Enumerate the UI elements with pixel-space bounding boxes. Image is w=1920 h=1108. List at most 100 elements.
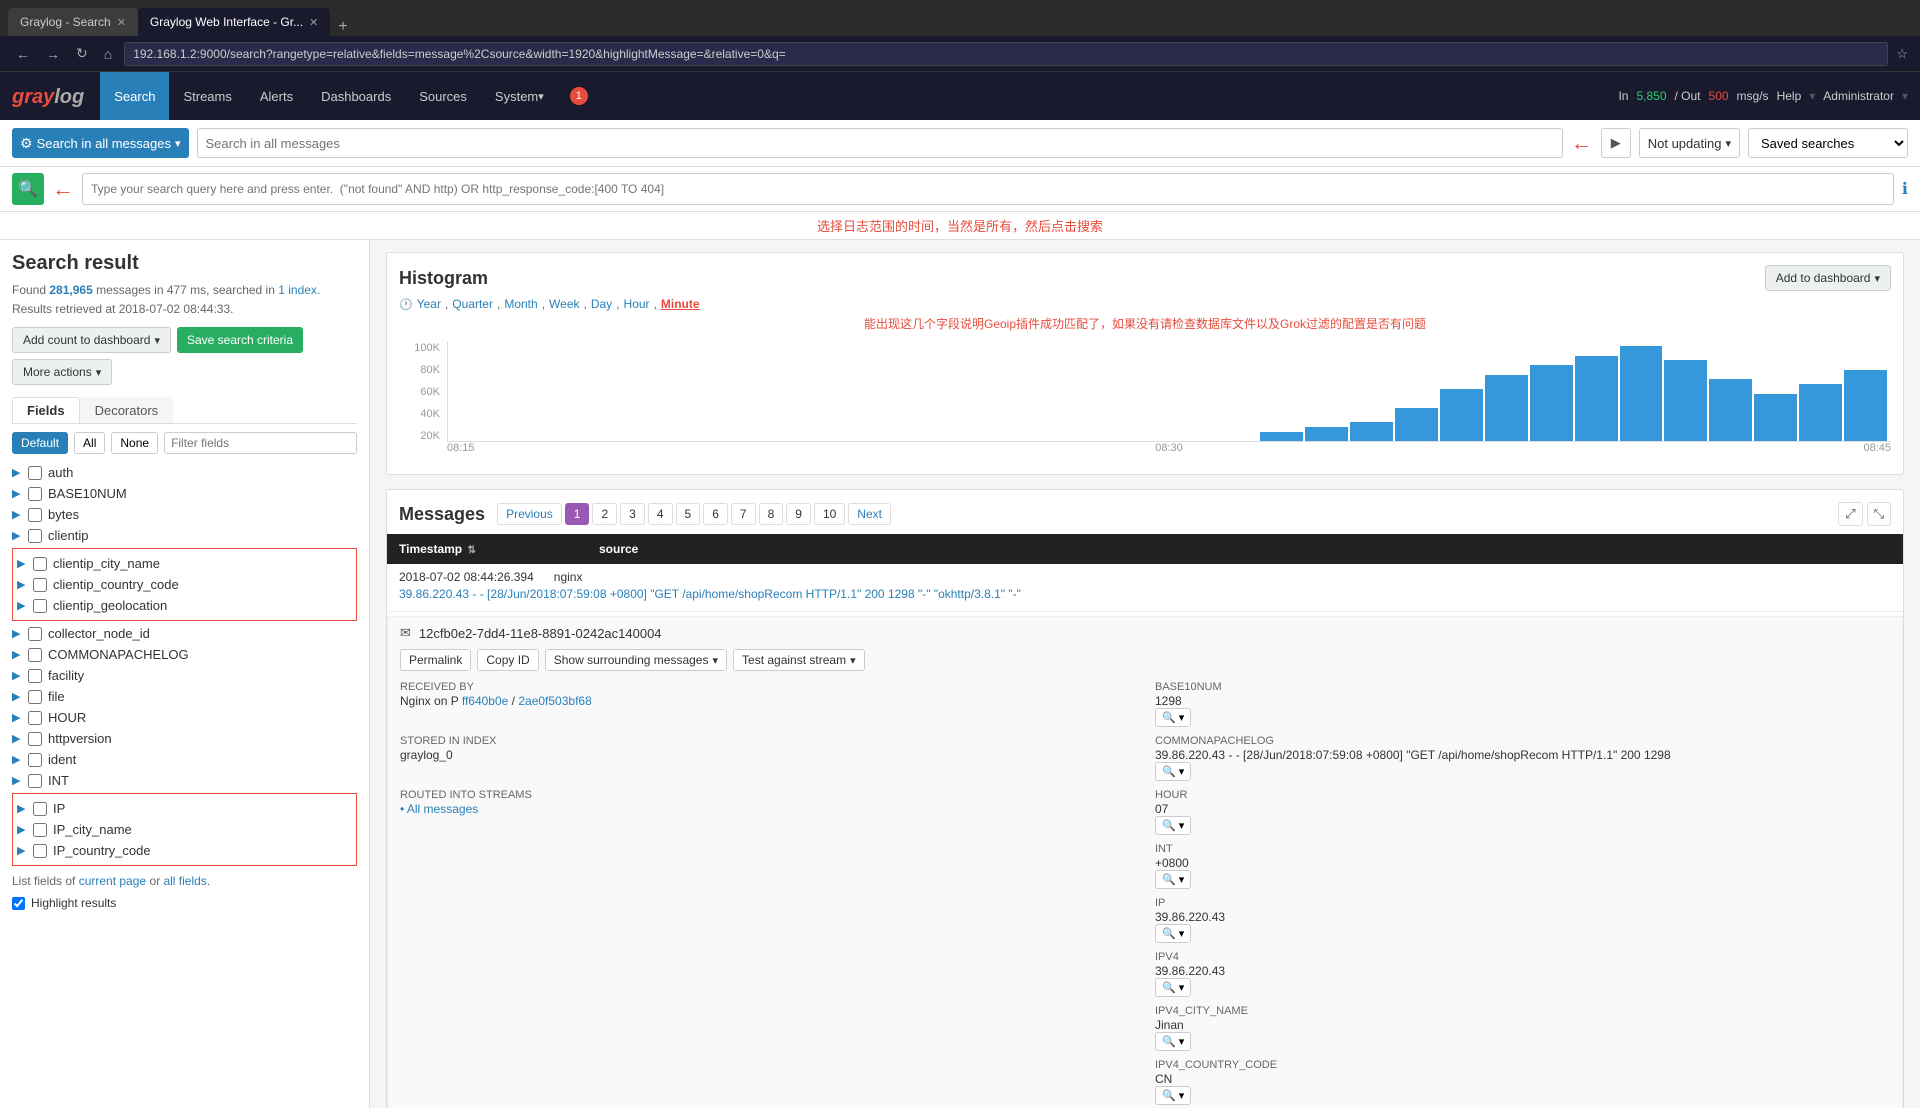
field-expand-icon[interactable]: ▶ [17,844,27,857]
page-5-btn[interactable]: 5 [676,503,701,525]
page-9-btn[interactable]: 9 [786,503,811,525]
received-link2[interactable]: 2ae0f503bf68 [518,694,591,708]
field-expand-icon[interactable]: ▶ [17,599,27,612]
field-expand-icon[interactable]: ▶ [12,753,22,766]
current-page-link[interactable]: current page [79,874,146,888]
field-expand-icon[interactable]: ▶ [12,466,22,479]
page-4-btn[interactable]: 4 [648,503,673,525]
forward-btn[interactable]: → [42,44,64,64]
home-btn[interactable]: ⌂ [100,44,116,64]
field-base10num[interactable]: ▶ BASE10NUM [12,483,357,504]
all-messages-link[interactable]: All messages [407,802,478,816]
field-expand-icon[interactable]: ▶ [12,732,22,745]
field-httpversion-checkbox[interactable] [28,732,42,746]
nav-system[interactable]: System ▾ [481,72,558,120]
not-updating-select[interactable]: Not updating ▾ [1639,128,1740,158]
filter-none-btn[interactable]: None [111,432,158,454]
all-fields-link[interactable]: all fields [163,874,206,888]
field-ip[interactable]: ▶ IP [17,798,352,819]
bookmark-icon[interactable]: ☆ [1896,46,1908,62]
field-expand-icon[interactable]: ▶ [12,529,22,542]
page-6-btn[interactable]: 6 [703,503,728,525]
add-to-dashboard-btn[interactable]: Add to dashboard ▾ [1765,265,1891,291]
nav-alerts[interactable]: Alerts [246,72,307,120]
page-3-btn[interactable]: 3 [620,503,645,525]
field-auth[interactable]: ▶ auth [12,462,357,483]
expand-btn-2[interactable]: ⤡ [1867,502,1891,526]
time-week[interactable]: Week [549,297,579,311]
field-expand-icon[interactable]: ▶ [12,648,22,661]
field-clientip[interactable]: ▶ clientip [12,525,357,546]
field-ip-city-checkbox[interactable] [33,823,47,837]
ipv4-zoom[interactable]: 🔍 ▾ [1155,978,1191,997]
field-expand-icon[interactable]: ▶ [12,690,22,703]
field-file-checkbox[interactable] [28,690,42,704]
field-expand-icon[interactable]: ▶ [12,711,22,724]
field-clientip-geo-checkbox[interactable] [33,599,47,613]
field-clientip-country[interactable]: ▶ clientip_country_code [17,574,352,595]
time-quarter[interactable]: Quarter [452,297,493,311]
commonapachelog-zoom[interactable]: 🔍 ▾ [1155,762,1191,781]
user-link[interactable]: Administrator [1823,89,1894,103]
time-day[interactable]: Day [591,297,612,311]
add-count-dashboard-btn[interactable]: Add count to dashboard ▾ [12,327,171,353]
field-int-checkbox[interactable] [28,774,42,788]
permalink-btn[interactable]: Permalink [400,649,471,671]
field-commonapachelog[interactable]: ▶ COMMONAPACHELOG [12,644,357,665]
field-bytes[interactable]: ▶ bytes [12,504,357,525]
field-expand-icon[interactable]: ▶ [17,802,27,815]
field-ip-city[interactable]: ▶ IP_city_name [17,819,352,840]
field-expand-icon[interactable]: ▶ [17,823,27,836]
ip-zoom[interactable]: 🔍 ▾ [1155,924,1191,943]
field-clientip-city-checkbox[interactable] [33,557,47,571]
field-ip-country[interactable]: ▶ IP_country_code [17,840,352,861]
filter-all-btn[interactable]: All [74,432,105,454]
search-query-input[interactable] [82,173,1894,205]
help-link[interactable]: Help [1777,89,1802,103]
browser-tab-2[interactable]: Graylog Web Interface - Gr... ✕ [138,8,330,36]
tab1-close[interactable]: ✕ [117,16,126,29]
copy-id-btn[interactable]: Copy ID [477,649,538,671]
next-page-btn[interactable]: Next [848,503,891,525]
tab2-close[interactable]: ✕ [309,16,318,29]
field-hour-checkbox[interactable] [28,711,42,725]
nav-streams[interactable]: Streams [169,72,245,120]
page-8-btn[interactable]: 8 [759,503,784,525]
int-zoom[interactable]: 🔍 ▾ [1155,870,1191,889]
base10num-zoom[interactable]: 🔍 ▾ [1155,708,1191,727]
field-expand-icon[interactable]: ▶ [12,508,22,521]
field-clientip-checkbox[interactable] [28,529,42,543]
field-bytes-checkbox[interactable] [28,508,42,522]
highlight-results-checkbox[interactable] [12,897,25,910]
ipv4-city-zoom[interactable]: 🔍 ▾ [1155,1032,1191,1051]
time-minute[interactable]: Minute [661,297,700,311]
reload-btn[interactable]: ↻ [72,43,92,64]
field-expand-icon[interactable]: ▶ [12,669,22,682]
field-collector-checkbox[interactable] [28,627,42,641]
nav-sources[interactable]: Sources [405,72,481,120]
field-hour[interactable]: ▶ HOUR [12,707,357,728]
filter-default-btn[interactable]: Default [12,432,68,454]
search-go-button[interactable]: 🔍 [12,173,44,205]
field-base10num-checkbox[interactable] [28,487,42,501]
field-facility[interactable]: ▶ facility [12,665,357,686]
tab-decorators[interactable]: Decorators [80,397,174,423]
prev-page-btn[interactable]: Previous [497,503,562,525]
result-index-link[interactable]: 1 index [278,283,317,297]
received-link1[interactable]: ff640b0e [462,694,509,708]
stream-select[interactable]: ⚙ Search in all messages ▾ [12,128,189,158]
field-facility-checkbox[interactable] [28,669,42,683]
field-collector-node[interactable]: ▶ collector_node_id [12,623,357,644]
msg-content[interactable]: 39.86.220.43 - - [28/Jun/2018:07:59:08 +… [399,587,1891,601]
field-clientip-city[interactable]: ▶ clientip_city_name [17,553,352,574]
field-ident[interactable]: ▶ ident [12,749,357,770]
expand-btn-1[interactable]: ⤢ [1838,502,1862,526]
field-auth-checkbox[interactable] [28,466,42,480]
field-expand-icon[interactable]: ▶ [12,487,22,500]
play-button[interactable]: ▶ [1601,128,1631,158]
field-file[interactable]: ▶ file [12,686,357,707]
field-ip-checkbox[interactable] [33,802,47,816]
field-ip-country-checkbox[interactable] [33,844,47,858]
save-search-criteria-btn[interactable]: Save search criteria [177,327,303,353]
filter-fields-input[interactable] [164,432,357,454]
